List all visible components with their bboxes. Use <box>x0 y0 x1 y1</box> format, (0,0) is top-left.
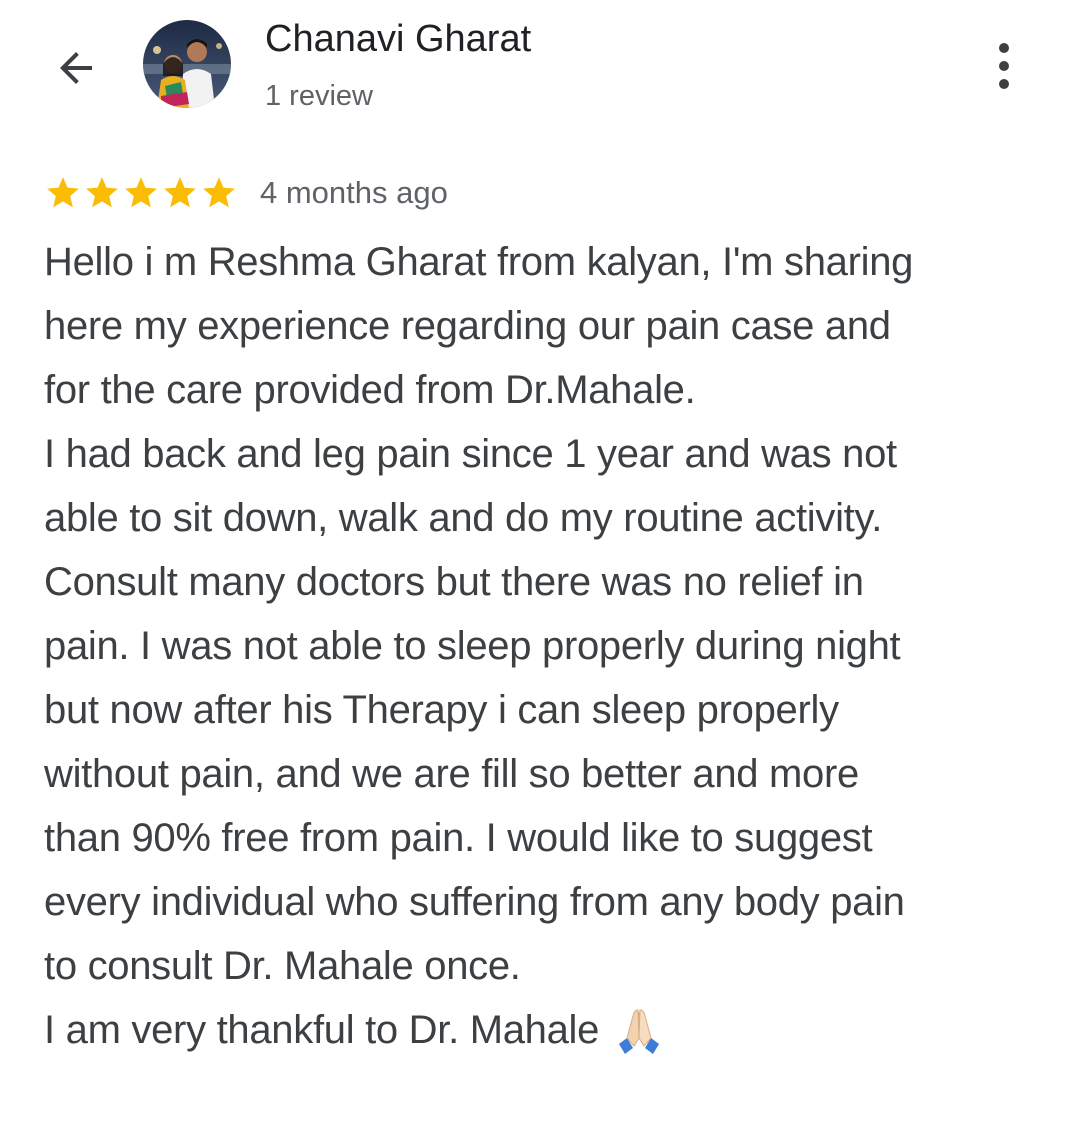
review-text-line: every individual who suffering from any … <box>44 880 905 924</box>
review-text-line: without pain, and we are fill so better … <box>44 752 859 796</box>
review-header: Chanavi Gharat 1 review <box>0 0 1080 140</box>
review-text-line: than 90% free from pain. I would like to… <box>44 816 873 860</box>
folded-hands-emoji <box>619 1009 660 1054</box>
review-count: 1 review <box>265 80 373 112</box>
star-icon <box>164 177 196 208</box>
avatar-photo <box>143 20 231 108</box>
arrow-back-icon <box>60 52 92 84</box>
review-text-line: but now after his Therapy i can sleep pr… <box>44 688 839 732</box>
review-text-last-line: I am very thankful to Dr. Mahale <box>44 998 1044 1062</box>
review-text-line: Consult many doctors but there was no re… <box>44 560 864 604</box>
review-text-line: pain. I was not able to sleep properly d… <box>44 624 901 668</box>
review-text-line: able to sit down, walk and do my routine… <box>44 496 883 540</box>
review-text: Hello i m Reshma Gharat from kalyan, I'm… <box>44 230 1044 1062</box>
reviewer-name[interactable]: Chanavi Gharat <box>265 18 531 61</box>
more-vert-icon-dot <box>999 79 1009 89</box>
review-time: 4 months ago <box>260 175 448 210</box>
more-vert-icon-dot <box>999 43 1009 53</box>
more-vert-icon-dot <box>999 61 1009 71</box>
review-text-line: Hello i m Reshma Gharat from kalyan, I'm… <box>44 240 914 284</box>
review-text-line: I had back and leg pain since 1 year and… <box>44 432 897 476</box>
back-button[interactable] <box>44 36 108 100</box>
rating-row: 4 months ago <box>44 170 448 216</box>
avatar[interactable] <box>143 20 231 108</box>
review-text-line: to consult Dr. Mahale once. <box>44 944 521 988</box>
star-rating <box>44 174 238 212</box>
review-text-line: I am very thankful to Dr. Mahale <box>44 1008 600 1052</box>
star-icon <box>86 177 118 208</box>
star-icon <box>203 177 235 208</box>
star-icon <box>47 177 79 208</box>
star-icon <box>125 177 157 208</box>
review-text-line: for the care provided from Dr.Mahale. <box>44 368 696 412</box>
review-text-line: here my experience regarding our pain ca… <box>44 304 891 348</box>
more-options-button[interactable] <box>976 38 1032 94</box>
